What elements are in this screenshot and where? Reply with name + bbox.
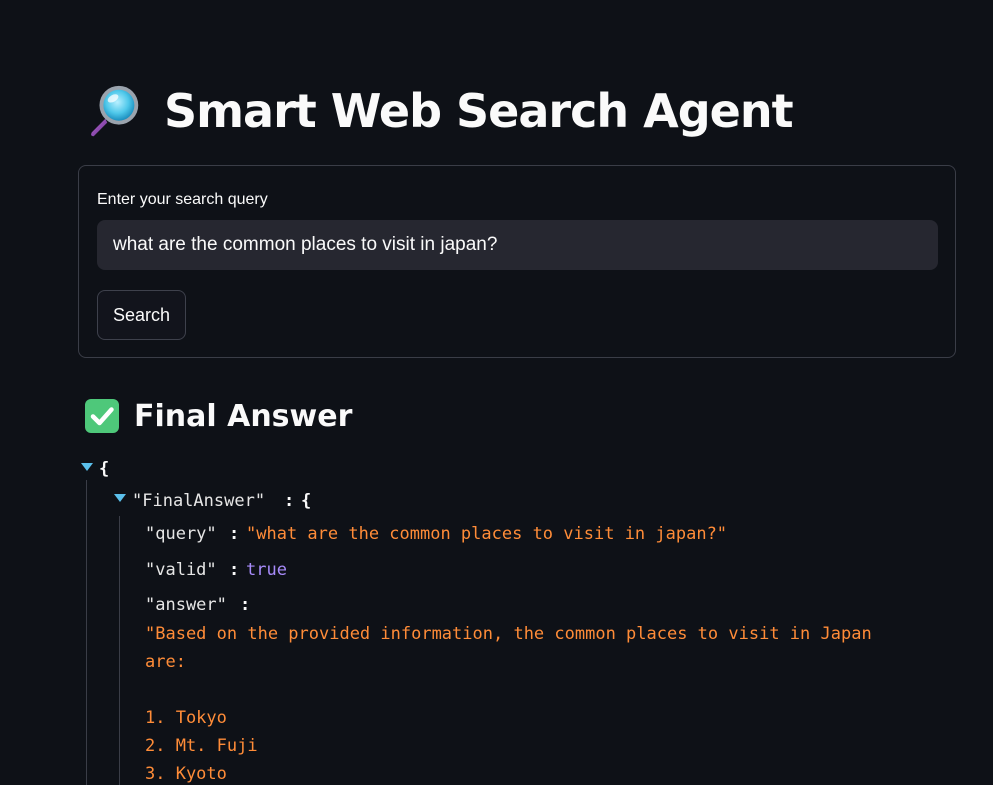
- search-input[interactable]: [97, 220, 938, 270]
- search-button[interactable]: Search: [97, 290, 186, 340]
- search-input-label: Enter your search query: [97, 191, 268, 208]
- final-answer-header: Final Answer: [84, 396, 352, 436]
- json-key-finalanswer: "FinalAnswer": [132, 491, 266, 511]
- json-colon: :: [284, 491, 295, 511]
- json-key-valid: "valid": [145, 560, 217, 580]
- collapse-finalanswer-caret-icon[interactable]: [114, 494, 126, 502]
- check-mark-button-icon: [85, 399, 119, 433]
- json-finalanswer-guide-line: [119, 516, 120, 785]
- collapse-root-caret-icon[interactable]: [81, 463, 93, 471]
- json-value-valid: true: [246, 560, 287, 580]
- json-root-guide-line: [86, 480, 87, 785]
- page-title-row: Smart Web Search Agent: [84, 78, 794, 144]
- json-colon: :: [229, 524, 240, 544]
- json-colon: :: [229, 560, 240, 580]
- page-title: Smart Web Search Agent: [164, 84, 794, 138]
- app-page: Smart Web Search Agent Enter your search…: [0, 0, 993, 785]
- json-value-query: "what are the common places to visit in …: [246, 524, 728, 544]
- json-value-answer: "Based on the provided information, the …: [145, 624, 872, 784]
- json-colon: :: [240, 595, 251, 615]
- magnifying-glass-icon: [91, 85, 139, 137]
- final-answer-heading: Final Answer: [134, 398, 353, 434]
- search-form: Enter your search query Search: [78, 165, 956, 358]
- json-finalanswer-open-brace: {: [301, 491, 312, 511]
- json-root-open-brace: {: [99, 459, 110, 479]
- json-key-query: "query": [145, 524, 217, 544]
- json-key-answer: "answer": [145, 595, 227, 615]
